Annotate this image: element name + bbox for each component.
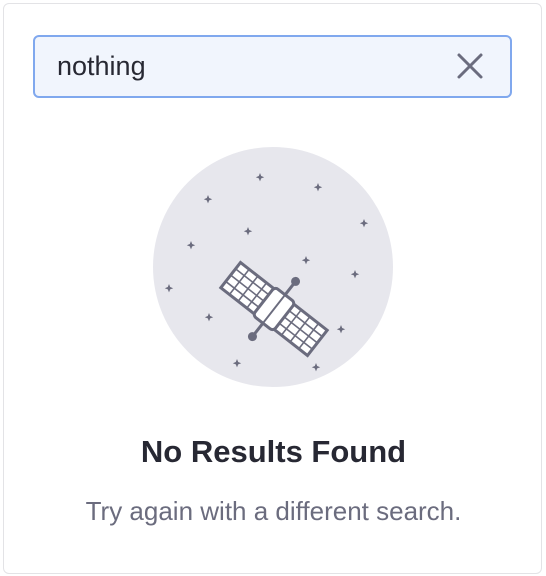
search-input[interactable] (57, 37, 427, 96)
satellite-icon (153, 147, 393, 387)
search-field[interactable] (33, 35, 512, 98)
empty-state-message: Try again with a different search. (85, 496, 462, 526)
close-icon (457, 53, 483, 79)
empty-state-title: No Results Found (140, 434, 407, 469)
clear-search-button[interactable] (456, 52, 484, 80)
search-panel: No Results Found Try again with a differ… (3, 3, 542, 574)
